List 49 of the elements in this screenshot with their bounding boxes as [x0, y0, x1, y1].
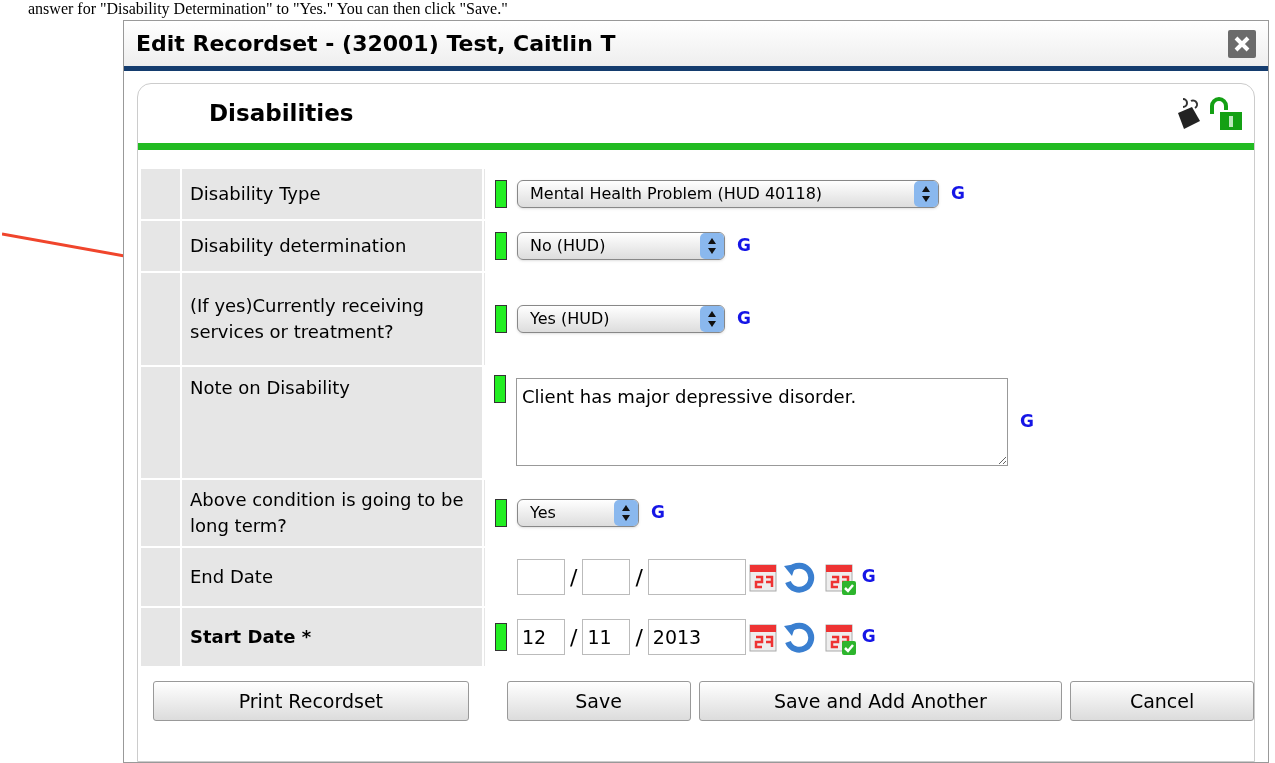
dropdown[interactable]: Yes — [517, 499, 639, 527]
g-link[interactable]: G — [1020, 409, 1034, 435]
row-header-cell — [141, 608, 180, 666]
date-field[interactable] — [647, 559, 746, 595]
dropdown[interactable]: Mental Health Problem (HUD 40118) — [517, 180, 939, 208]
g-link[interactable]: G — [951, 181, 965, 207]
stepper-icon — [614, 500, 638, 526]
field-label: Start Date * — [190, 625, 312, 649]
g-link[interactable]: G — [861, 564, 876, 590]
date-field[interactable]: 2013 — [647, 619, 746, 655]
date-field[interactable] — [582, 559, 631, 595]
close-icon[interactable] — [1228, 29, 1256, 58]
date-separator: / — [570, 563, 578, 592]
g-link[interactable]: G — [861, 624, 876, 650]
refresh-icon[interactable] — [781, 620, 816, 654]
row-header-cell — [141, 480, 180, 546]
field-label: Note on Disability — [190, 376, 350, 400]
date-separator: / — [635, 563, 643, 592]
dialog-button[interactable]: Print Recordset — [153, 681, 469, 721]
refresh-icon[interactable] — [781, 560, 816, 594]
date-field[interactable]: 12 — [517, 619, 565, 655]
stepper-icon — [700, 306, 724, 332]
field-label: Above condition is going to be long term? — [190, 488, 465, 538]
date-field[interactable]: 11 — [582, 619, 631, 655]
dialog-button[interactable]: Save and Add Another — [698, 681, 1063, 721]
field-label: Disability Type — [190, 182, 321, 206]
dialog-title: Edit Recordset - (32001) Test, Caitlin T — [136, 30, 616, 58]
date-separator: / — [570, 623, 578, 652]
field-label: End Date — [190, 565, 273, 589]
field-label: (If yes)Currently receiving services or treatment? — [190, 294, 426, 344]
dialog-button[interactable]: Save — [506, 681, 691, 721]
stepper-icon — [700, 233, 724, 259]
dialog-button[interactable]: Cancel — [1070, 681, 1254, 721]
g-link[interactable]: G — [651, 500, 665, 526]
date-field[interactable] — [517, 559, 565, 595]
dropdown[interactable]: Yes (HUD) — [517, 305, 725, 333]
dropdown[interactable]: No (HUD) — [517, 232, 725, 260]
section-title: Disabilities — [209, 99, 354, 129]
row-header-cell — [141, 221, 180, 271]
field-label: Disability determination — [190, 234, 407, 258]
row-header-cell — [141, 548, 180, 606]
note-textarea[interactable]: Client has major depressive disorder. — [516, 378, 1008, 466]
stepper-icon — [914, 181, 938, 207]
unlocked-padlock-icon[interactable] — [1208, 95, 1244, 132]
row-header-cell — [141, 169, 180, 219]
date-separator: / — [635, 623, 643, 652]
g-link[interactable]: G — [737, 233, 751, 259]
g-link[interactable]: G — [737, 306, 751, 332]
document-text: answer for "Disability Determination" to "Yes." You can then click "Save." — [28, 0, 508, 18]
